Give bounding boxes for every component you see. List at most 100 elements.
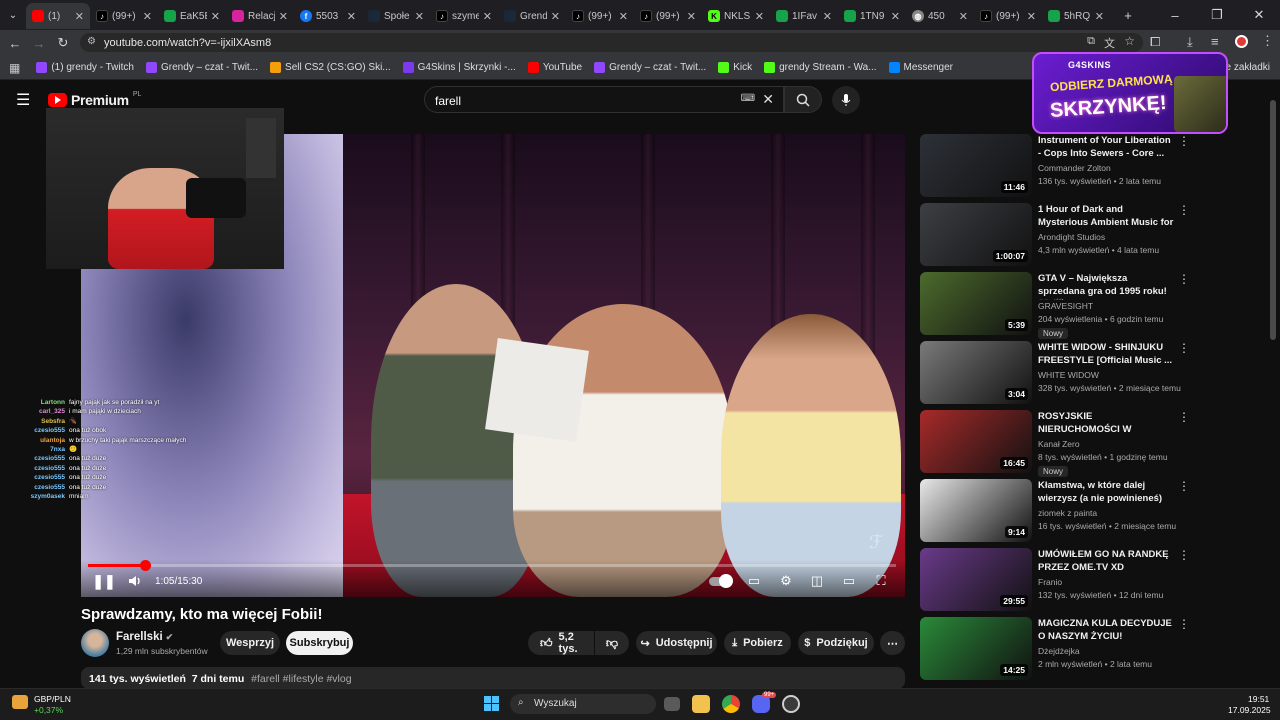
browser-tab[interactable]: 1TN9 ✕ — [838, 3, 906, 29]
bookmark-star-icon[interactable]: ☆ — [1124, 34, 1135, 48]
taskbar-search[interactable]: ⌕ Wyszukaj — [510, 694, 656, 714]
close-tab-icon[interactable]: ✕ — [347, 10, 356, 23]
close-tab-icon[interactable]: ✕ — [279, 10, 288, 23]
more-options-icon[interactable]: ⋮ — [1178, 272, 1190, 286]
tab-search-icon[interactable]: ⌄ — [0, 3, 26, 27]
video-thumbnail[interactable]: 29:55 — [920, 548, 1032, 611]
browser-tab[interactable]: ♪ (99+) ✕ — [566, 3, 634, 29]
bookmark-item[interactable]: Kick — [718, 62, 752, 73]
video-thumbnail[interactable]: 14:25 — [920, 617, 1032, 680]
chrome-icon[interactable] — [722, 695, 740, 713]
more-options-icon[interactable]: ⋮ — [1178, 548, 1190, 562]
bookmark-item[interactable]: grendy Stream - Wa... — [764, 62, 877, 73]
progress-bar[interactable] — [88, 564, 896, 567]
g4skins-ad-banner[interactable]: G4SKINS ODBIERZ DARMOWĄ SKRZYNKĘ! — [1032, 52, 1228, 134]
channel-avatar[interactable] — [81, 629, 109, 657]
browser-tab[interactable]: K NKLS ✕ — [702, 3, 770, 29]
channel-name[interactable]: Farellski ✔ — [116, 631, 173, 643]
youtube-logo[interactable]: Premium PL — [48, 91, 141, 108]
browser-tab[interactable]: Społe ✕ — [362, 3, 430, 29]
recommended-title[interactable]: Kłamstwa, w które dalej wierzysz (a nie … — [1038, 479, 1174, 505]
search-button[interactable] — [784, 86, 822, 113]
recommended-channel[interactable]: Franio — [1038, 577, 1062, 587]
bookmark-item[interactable]: YouTube — [527, 62, 582, 73]
more-options-icon[interactable]: ⋮ — [1178, 479, 1190, 493]
profile-avatar[interactable] — [1235, 35, 1248, 48]
new-tab-button[interactable]: + — [1116, 3, 1140, 27]
recommended-video[interactable]: 11:46 Instrument of Your Liberation - Cop… — [920, 134, 1190, 198]
theater-mode-icon[interactable]: ▭ — [840, 573, 858, 589]
recommended-channel[interactable]: ziomek z painta — [1038, 508, 1097, 518]
site-info-icon[interactable]: ⚙ — [87, 36, 96, 47]
recommended-title[interactable]: Instrument of Your Liberation - Cops Int… — [1038, 134, 1174, 160]
clear-search-icon[interactable]: ✕ — [762, 91, 774, 108]
settings-gear-icon[interactable]: ⚙ — [778, 573, 794, 589]
minimize-button[interactable]: – — [1154, 3, 1196, 27]
video-thumbnail[interactable]: 3:04 — [920, 341, 1032, 404]
browser-menu-icon[interactable]: ⋮ — [1261, 33, 1274, 49]
voice-search-button[interactable] — [832, 86, 860, 114]
close-window-button[interactable]: ✕ — [1238, 3, 1280, 27]
bookmark-item[interactable]: Grendy – czat - Twit... — [594, 62, 706, 73]
more-options-icon[interactable]: ⋮ — [1178, 410, 1190, 424]
cast-icon[interactable]: ⧉ — [1087, 35, 1095, 48]
bookmark-item[interactable]: (1) grendy - Twitch — [36, 62, 134, 73]
address-bar[interactable]: ⚙ youtube.com/watch?v=-ijxilXAsm8 ⧉ 文 ☆ — [80, 33, 1143, 52]
recommended-title[interactable]: 1 Hour of Dark and Mysterious Ambient Mu… — [1038, 203, 1174, 231]
downloads-icon[interactable]: ⤓ — [1187, 34, 1193, 50]
recommended-channel[interactable]: WHITE WIDOW — [1038, 370, 1099, 380]
recommended-video[interactable]: 29:55 UMÓWIŁEM GO NA RANDKĘ PRZEZ OME.TV … — [920, 548, 1190, 612]
more-actions-button[interactable]: ⋯ — [880, 631, 905, 655]
volume-button[interactable] — [127, 573, 143, 589]
close-tab-icon[interactable]: ✕ — [211, 10, 220, 23]
bookmark-item[interactable]: Messenger — [888, 62, 953, 73]
recommended-channel[interactable]: Arondight Studios — [1038, 232, 1105, 242]
back-button[interactable]: ← — [3, 31, 27, 55]
browser-tab[interactable]: Grend ✕ — [498, 3, 566, 29]
more-options-icon[interactable]: ⋮ — [1178, 341, 1190, 355]
more-options-icon[interactable]: ⋮ — [1178, 134, 1190, 148]
close-tab-icon[interactable]: ✕ — [143, 10, 152, 23]
more-options-icon[interactable]: ⋮ — [1178, 617, 1190, 631]
description-box[interactable]: 141 tys. wyświetleń 7 dni temu #farell #… — [81, 667, 905, 689]
video-thumbnail[interactable]: 5:39 — [920, 272, 1032, 335]
close-tab-icon[interactable]: ✕ — [483, 10, 492, 23]
browser-tab[interactable]: ♪ szyme ✕ — [430, 3, 498, 29]
weather-widget-icon[interactable] — [12, 695, 28, 709]
support-button[interactable]: Wesprzyj — [220, 631, 280, 655]
more-options-icon[interactable]: ⋮ — [1178, 203, 1190, 217]
close-tab-icon[interactable]: ✕ — [891, 10, 900, 23]
like-button[interactable]: 👍︎ 5,2 tys. — [528, 631, 594, 655]
browser-tab[interactable]: ◍ 450 ✕ — [906, 3, 974, 29]
browser-tab[interactable]: ♪ (99+) ✕ — [974, 3, 1042, 29]
recommended-video[interactable]: 14:25 MAGICZNA KULA DECYDUJE O NASZYM ŻYC… — [920, 617, 1190, 681]
miniplayer-icon[interactable]: ◫ — [809, 573, 825, 589]
recommended-channel[interactable]: Kanał Zero — [1038, 439, 1080, 449]
download-button[interactable]: ⤓ Pobierz — [724, 631, 791, 655]
autoplay-toggle[interactable] — [708, 573, 733, 589]
close-tab-icon[interactable]: ✕ — [415, 10, 424, 23]
hashtags[interactable]: #farell #lifestyle #vlog — [251, 673, 351, 685]
task-view-icon[interactable] — [664, 697, 680, 711]
pause-button[interactable]: ❚❚ — [92, 573, 115, 589]
file-explorer-icon[interactable] — [692, 695, 710, 713]
translate-icon[interactable]: 文 — [1104, 35, 1115, 51]
recommended-title[interactable]: MAGICZNA KULA DECYDUJE O NASZYM ŻYCIU! — [1038, 617, 1174, 643]
thanks-button[interactable]: $ Podziękuj — [798, 631, 874, 655]
close-tab-icon[interactable]: ✕ — [551, 10, 560, 23]
close-tab-icon[interactable]: ✕ — [959, 10, 968, 23]
video-thumbnail[interactable]: 1:00:07 — [920, 203, 1032, 266]
maximize-button[interactable]: ❐ — [1196, 3, 1238, 27]
progress-scrubber[interactable] — [139, 560, 151, 571]
close-tab-icon[interactable]: ✕ — [619, 10, 628, 23]
apps-grid-icon[interactable]: ▦ — [9, 61, 20, 75]
close-tab-icon[interactable]: ✕ — [687, 10, 696, 23]
browser-tab[interactable]: ♪ (99+) ✕ — [90, 3, 158, 29]
windows-start-icon[interactable] — [484, 696, 499, 711]
recommended-title[interactable]: UMÓWIŁEM GO NA RANDKĘ PRZEZ OME.TV XD — [1038, 548, 1174, 574]
search-input[interactable]: farell ⌨ ✕ — [424, 86, 784, 113]
browser-tab[interactable]: EaK5E ✕ — [158, 3, 226, 29]
browser-tab[interactable]: Relacj ✕ — [226, 3, 294, 29]
recommended-title[interactable]: WHITE WIDOW - SHINJUKU FREESTYLE [Offici… — [1038, 341, 1174, 367]
recommended-channel[interactable]: Commander Zolton — [1038, 163, 1111, 173]
